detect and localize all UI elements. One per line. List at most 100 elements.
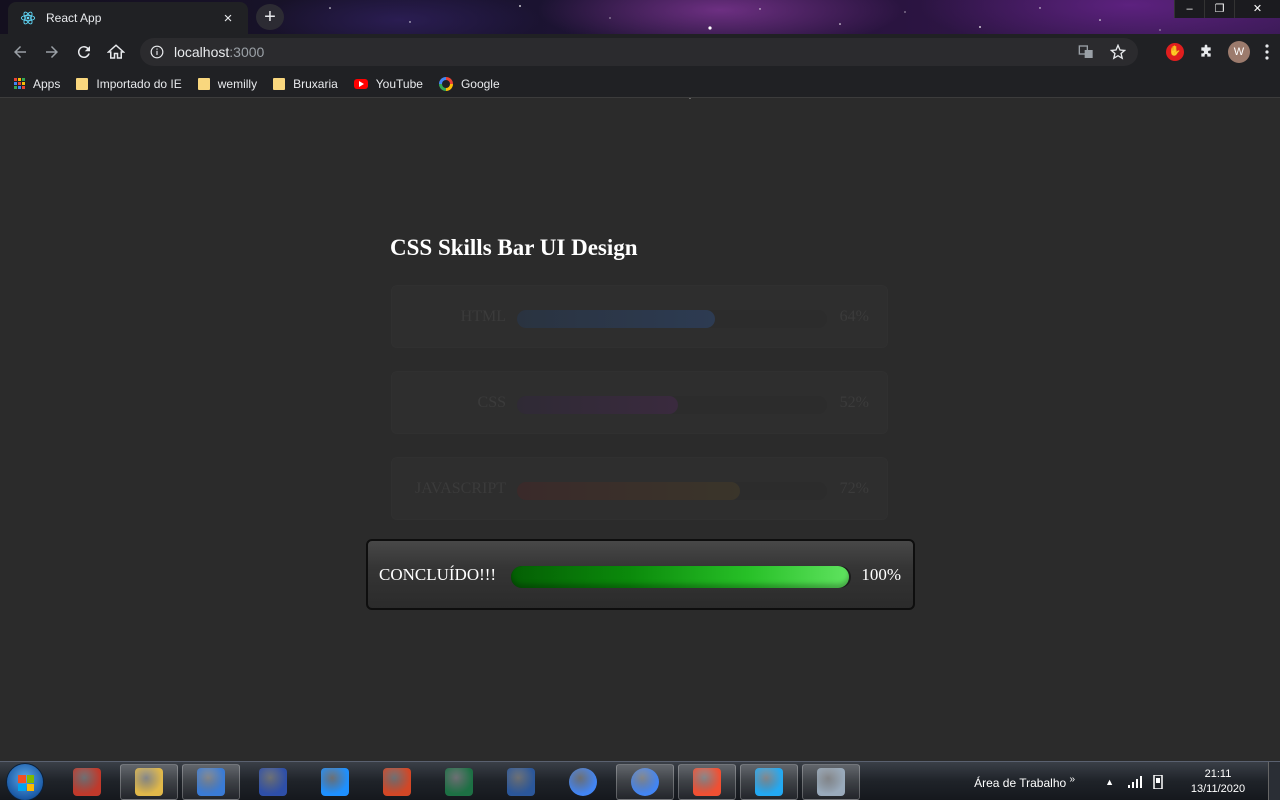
url-host: localhost: [174, 44, 230, 60]
skill-card-html: HTML 64%: [391, 285, 888, 348]
taskbar-app-button[interactable]: [802, 764, 860, 800]
system-clock[interactable]: 21:11 13/11/2020: [1178, 767, 1258, 797]
taskbar-app-button[interactable]: [616, 764, 674, 800]
scanner-app-icon: [259, 768, 287, 796]
taskbar-app-button[interactable]: [368, 764, 426, 800]
taskbar-app-button[interactable]: [58, 764, 116, 800]
show-desktop-button[interactable]: [1268, 762, 1280, 800]
completion-percent: 100%: [861, 565, 901, 584]
page-title: CSS Skills Bar UI Design: [390, 235, 638, 260]
translate-icon[interactable]: [1078, 44, 1094, 60]
home-button[interactable]: [100, 36, 132, 68]
reload-button[interactable]: [68, 36, 100, 68]
desktop-toolbar-label[interactable]: Área de Trabalho »: [974, 774, 1075, 790]
bookmark-label: Bruxaria: [293, 76, 338, 91]
taskbar-app-button[interactable]: [244, 764, 302, 800]
bookmark-google[interactable]: Google: [438, 76, 500, 91]
url-port: :3000: [229, 44, 265, 60]
bookmark-youtube[interactable]: YouTube: [353, 76, 423, 91]
completion-progress-modal: CONCLUÍDO!!! 100%: [366, 539, 915, 610]
skill-name: HTML: [460, 308, 506, 325]
browser-toolbar: localhost:3000: [0, 34, 1280, 70]
chrome-profile-icon: [631, 768, 659, 796]
skill-bar-track: [517, 396, 827, 414]
desktop-label-text: Área de Trabalho: [974, 775, 1067, 790]
bookmark-bruxaria[interactable]: Bruxaria: [273, 77, 338, 91]
kebab-menu-icon[interactable]: [1264, 44, 1270, 60]
bookmark-wemilly[interactable]: wemilly: [197, 76, 258, 91]
windows-taskbar: Área de Trabalho » ▲ 21:11 13/11/2020: [0, 761, 1280, 800]
skill-percent: 52%: [839, 394, 869, 411]
home-icon: [107, 44, 125, 59]
excel-icon: [445, 768, 473, 796]
taskbar-app-button[interactable]: [678, 764, 736, 800]
chrome-icon: [569, 768, 597, 796]
page-viewport: CSS Skills Bar UI Design HTML 64% CSS 52…: [0, 103, 1280, 761]
forward-button[interactable]: [36, 36, 68, 68]
bookmark-apps[interactable]: Apps: [14, 77, 60, 91]
adblock-extension-icon[interactable]: ✋: [1166, 43, 1184, 61]
windows-logo-icon: [18, 775, 34, 791]
taskbar-app-button[interactable]: [182, 764, 240, 800]
taskbar-app-button[interactable]: [492, 764, 550, 800]
browser-tab[interactable]: React App ×: [8, 2, 248, 34]
bookmarks-bar: Apps Importado do IE wemilly Bruxaria Yo…: [0, 70, 1280, 98]
taskbar-app-button[interactable]: [430, 764, 488, 800]
taskbar-app-button[interactable]: [740, 764, 798, 800]
skill-card-css: CSS 52%: [391, 371, 888, 434]
skill-name: CSS: [477, 394, 506, 411]
minimize-window-button[interactable]: ‒: [1174, 0, 1204, 18]
paint-icon: [817, 768, 845, 796]
bookmark-importado-do-ie[interactable]: Importado do IE: [76, 76, 182, 91]
completion-bar-track: [511, 566, 851, 588]
skill-percent: 72%: [839, 480, 869, 497]
skill-bar-track: [517, 310, 827, 328]
skill-percent: 64%: [839, 308, 869, 325]
new-tab-button[interactable]: +: [256, 4, 284, 30]
bookmark-star-icon[interactable]: [1110, 44, 1126, 60]
youtube-icon: [353, 78, 368, 89]
completion-label: CONCLUÍDO!!!: [379, 565, 497, 584]
git-icon: [693, 768, 721, 796]
forward-arrow-icon: [46, 46, 58, 58]
reload-icon: [77, 46, 90, 59]
apps-grid-icon: [14, 78, 25, 89]
snipping-tool-icon: [73, 768, 101, 796]
skill-bar-fill: [517, 310, 716, 328]
bookmark-label: Google: [460, 76, 500, 91]
folder-icon: [76, 77, 89, 90]
bookmark-label: Apps: [33, 76, 61, 91]
completion-bar-fill: [511, 566, 849, 588]
info-icon[interactable]: [150, 45, 164, 59]
desktop-chevron-icon[interactable]: »: [1070, 774, 1076, 785]
bookmark-label: wemilly: [217, 76, 258, 91]
address-bar[interactable]: localhost:3000: [140, 38, 1138, 66]
back-button[interactable]: [4, 36, 36, 68]
media-player-icon: [197, 768, 225, 796]
file-explorer-icon: [135, 768, 163, 796]
puzzle-extensions-icon[interactable]: [1198, 44, 1214, 60]
restore-window-button[interactable]: ❐: [1204, 0, 1234, 18]
skill-bar-fill: [517, 396, 679, 414]
vscode-icon: [755, 768, 783, 796]
tray-expand-icon[interactable]: ▲: [1105, 777, 1114, 787]
signal-icon[interactable]: [1128, 775, 1142, 788]
skill-name: JAVASCRIPT: [414, 480, 506, 497]
folder-icon: [273, 77, 286, 90]
folder-icon: [197, 77, 210, 90]
window-controls: ‒ ❐ ✕: [1174, 0, 1280, 18]
bookmark-label: Importado do IE: [96, 76, 182, 91]
tab-title: React App: [46, 11, 102, 25]
bookmark-label: YouTube: [375, 76, 423, 91]
close-window-button[interactable]: ✕: [1234, 0, 1280, 18]
start-button[interactable]: [6, 763, 44, 800]
skill-bar-track: [517, 482, 827, 500]
profile-avatar[interactable]: W: [1228, 41, 1250, 63]
react-logo-icon: [20, 11, 36, 25]
tab-close-icon[interactable]: ×: [220, 10, 236, 27]
taskbar-app-button[interactable]: [120, 764, 178, 800]
power-plug-icon[interactable]: [1152, 774, 1164, 789]
taskbar-app-button[interactable]: [554, 764, 612, 800]
taskbar-app-button[interactable]: [306, 764, 364, 800]
google-icon: [438, 76, 453, 91]
